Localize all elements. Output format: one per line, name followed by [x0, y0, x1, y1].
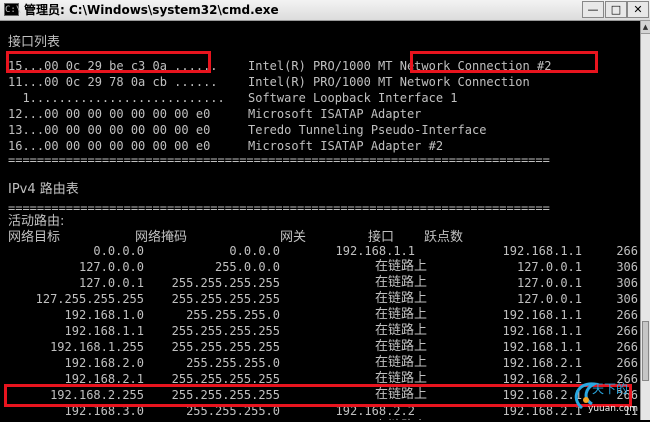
- interface-row-description: Microsoft ISATAP Adapter: [248, 107, 422, 121]
- route-gateway: 192.168.1.1: [335, 244, 415, 258]
- scroll-up-icon[interactable]: ▲: [641, 21, 650, 34]
- route-destination: 127.0.0.0: [78, 260, 144, 274]
- route-metric: 306: [616, 276, 638, 290]
- interface-row-id-mac: 11...00 0c 29 78 0a cb ......: [8, 75, 218, 89]
- cmd-icon: C:\: [4, 3, 22, 16]
- interface-row-id-mac: 13...00 00 00 00 00 00 00 e0: [8, 123, 211, 137]
- route-netmask: 255.0.0.0: [214, 260, 280, 274]
- route-interface: 127.0.0.1: [516, 260, 582, 274]
- interface-row-description: Intel(R) PRO/1000 MT Network Connection: [248, 75, 530, 89]
- cmd-window: C:\ 管理员: C:\Windows\system32\cmd.exe — □…: [0, 0, 650, 420]
- route-interface: 192.168.2.1: [502, 356, 582, 370]
- route-destination: 192.168.2.0: [64, 356, 144, 370]
- interface-row-id-mac: 1...........................: [8, 91, 225, 105]
- route-gateway: 在链路上: [375, 291, 428, 306]
- route-destination: 192.168.1.255: [50, 340, 144, 354]
- route-gateway: 在链路上: [375, 259, 428, 274]
- route-gateway: 在链路上: [375, 339, 428, 354]
- route-destination: 127.0.0.1: [78, 276, 144, 290]
- route-netmask: 255.255.255.255: [171, 292, 280, 306]
- route-interface: 192.168.1.1: [502, 308, 582, 322]
- route-destination: 0.0.0.0: [93, 244, 144, 258]
- route-metric: 266: [616, 324, 638, 338]
- watermark-url: yuuan.com: [588, 404, 639, 414]
- route-interface: 127.0.0.1: [516, 292, 582, 306]
- route-interface: 192.168.1.1: [502, 340, 582, 354]
- highlight-box-mac: [6, 51, 211, 73]
- route-gateway: 在链路上: [375, 307, 428, 322]
- minimize-button[interactable]: —: [582, 1, 604, 18]
- route-gateway: 在链路上: [375, 275, 428, 290]
- route-destination: 192.168.1.0: [64, 308, 144, 322]
- route-interface: 192.168.1.1: [502, 324, 582, 338]
- separator-line: ========================================…: [8, 153, 550, 167]
- vertical-scrollbar[interactable]: ▲: [640, 21, 650, 420]
- route-destination: 192.168.1.1: [64, 324, 144, 338]
- interface-row-description: Teredo Tunneling Pseudo-Interface: [248, 123, 487, 137]
- route-netmask: 255.255.255.0: [186, 308, 280, 322]
- route-destination: 127.255.255.255: [35, 292, 144, 306]
- interface-list-heading: 接口列表: [8, 35, 61, 50]
- route-netmask: 0.0.0.0: [229, 244, 280, 258]
- interface-row-description: Software Loopback Interface 1: [248, 91, 458, 105]
- close-button[interactable]: ✕: [627, 1, 649, 18]
- route-netmask: 255.255.255.0: [186, 356, 280, 370]
- title-bar[interactable]: C:\ 管理员: C:\Windows\system32\cmd.exe — □…: [0, 0, 650, 21]
- route-metric: 306: [616, 292, 638, 306]
- route-metric: 266: [616, 356, 638, 370]
- interface-row-id-mac: 12...00 00 00 00 00 00 00 e0: [8, 107, 211, 121]
- window-title: 管理员: C:\Windows\system32\cmd.exe: [24, 3, 279, 17]
- watermark-text: 天下的: [592, 382, 629, 396]
- scroll-thumb[interactable]: [642, 321, 649, 381]
- route-netmask: 255.255.255.255: [171, 276, 280, 290]
- route-gateway: 在链路上: [375, 323, 428, 338]
- route-netmask: 255.255.255.255: [171, 340, 280, 354]
- route-metric: 306: [616, 260, 638, 274]
- watermark-logo: 天下的 yuuan.com: [568, 378, 638, 418]
- separator-line: ========================================…: [8, 201, 550, 215]
- maximize-button[interactable]: □: [605, 1, 627, 18]
- route-interface: 192.168.1.1: [502, 244, 582, 258]
- route-metric: 266: [616, 244, 638, 258]
- route-metric: 266: [616, 340, 638, 354]
- highlight-box-adapter-name: [410, 51, 598, 73]
- console-output[interactable]: ========================================…: [0, 21, 640, 420]
- route-gateway: 在链路上: [375, 355, 428, 370]
- route-netmask: 255.255.255.255: [171, 324, 280, 338]
- route-interface: 127.0.0.1: [516, 276, 582, 290]
- ipv4-route-table-heading: IPv4 路由表: [8, 182, 79, 197]
- separator-line: ========================================…: [8, 21, 550, 25]
- active-routes-label: 活动路由:: [8, 214, 65, 229]
- highlight-box-route-row: [4, 384, 632, 407]
- route-metric: 266: [616, 308, 638, 322]
